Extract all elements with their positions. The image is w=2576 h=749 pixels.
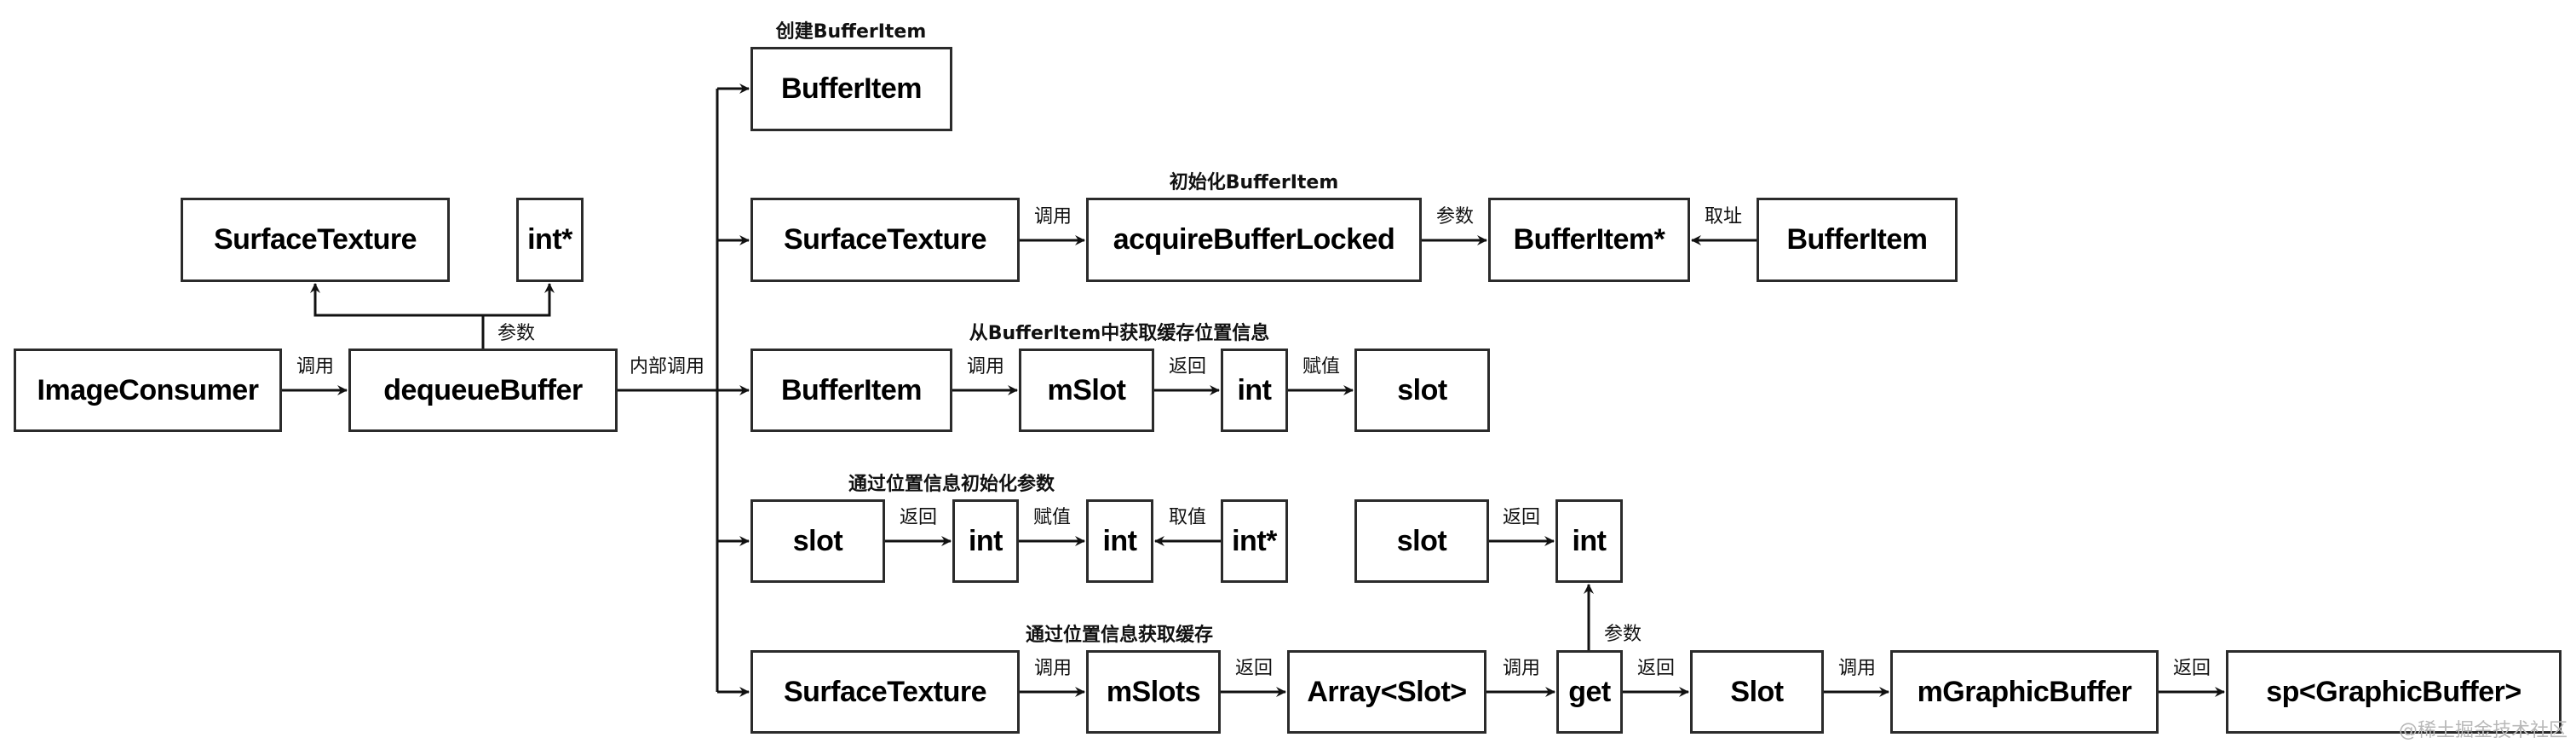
label-consumer-to-dequeue: 调用 (296, 356, 335, 377)
group-label-init-buffer-item: 初始化BufferItem (1169, 172, 1339, 193)
node-dequeue-buffer[interactable]: dequeueBuffer (348, 349, 618, 432)
label-row5-call-get: 调用 (1502, 658, 1541, 679)
node-row2-surface-texture[interactable]: SurfaceTexture (750, 198, 1020, 282)
node-row5-surface-texture[interactable]: SurfaceTexture (750, 650, 1020, 734)
node-row5-array-slot[interactable]: Array<Slot> (1287, 650, 1486, 734)
label-get-param: 参数 (1603, 624, 1642, 645)
label-row5-get-return: 返回 (1636, 658, 1676, 679)
label-dequeue-params: 参数 (497, 323, 536, 344)
group-label-create-buffer-item: 创建BufferItem (775, 21, 927, 43)
label-row4b-return: 返回 (1502, 507, 1541, 528)
node-row5-mslots[interactable]: mSlots (1086, 650, 1221, 734)
label-row5-call: 调用 (1033, 658, 1072, 679)
label-row2-call: 调用 (1033, 206, 1072, 228)
node-row4-slot[interactable]: slot (750, 499, 885, 583)
node-row1-buffer-item[interactable]: BufferItem (750, 47, 952, 131)
group-label-init-params: 通过位置信息初始化参数 (848, 474, 1055, 495)
node-row4-slot-2[interactable]: slot (1354, 499, 1489, 583)
node-row3-mslot[interactable]: mSlot (1019, 349, 1154, 432)
label-row2-param: 参数 (1435, 206, 1475, 228)
label-row4-return: 返回 (899, 507, 938, 528)
edge-dequeue-params-int (483, 283, 555, 317)
label-row2-take-address: 取址 (1704, 206, 1743, 228)
node-row4-int-ptr[interactable]: int* (1221, 499, 1288, 583)
label-internal-call: 内部调用 (629, 356, 705, 377)
label-row5-return: 返回 (1234, 658, 1274, 679)
label-row3-assign: 赋值 (1302, 356, 1341, 377)
node-buffer-item-ptr[interactable]: BufferItem* (1488, 198, 1690, 282)
node-row4-int-a[interactable]: int (952, 499, 1019, 583)
group-label-get-cache: 通过位置信息获取缓存 (1025, 625, 1214, 646)
label-row4-take-value: 取值 (1168, 507, 1207, 528)
label-row5-slot-call: 调用 (1837, 658, 1877, 679)
node-row5-get[interactable]: get (1556, 650, 1623, 734)
node-image-consumer[interactable]: ImageConsumer (14, 349, 282, 432)
node-surface-texture-param[interactable]: SurfaceTexture (181, 198, 450, 282)
node-acquire-buffer-locked[interactable]: acquireBufferLocked (1086, 198, 1422, 282)
node-row5-mgraphic-buffer[interactable]: mGraphicBuffer (1890, 650, 2159, 734)
node-row5-slot[interactable]: Slot (1690, 650, 1824, 734)
node-row3-buffer-item[interactable]: BufferItem (750, 349, 952, 432)
edge-dequeue-params (310, 283, 485, 349)
node-row2-buffer-item[interactable]: BufferItem (1757, 198, 1958, 282)
label-row5-final-return: 返回 (2172, 658, 2211, 679)
label-row3-call: 调用 (966, 356, 1005, 377)
label-row3-return: 返回 (1168, 356, 1207, 377)
flow-diagram: ImageConsumer dequeueBuffer SurfaceTextu… (0, 0, 2576, 749)
group-label-get-slot-info: 从BufferItem中获取缓存位置信息 (969, 323, 1270, 344)
node-row3-slot[interactable]: slot (1354, 349, 1490, 432)
node-row4-int-c[interactable]: int (1555, 499, 1623, 583)
label-row4-assign: 赋值 (1032, 507, 1072, 528)
node-int-ptr-param[interactable]: int* (516, 198, 584, 282)
node-row4-int-b[interactable]: int (1086, 499, 1153, 583)
node-row3-int[interactable]: int (1221, 349, 1288, 432)
watermark: @稀土掘金技术社区 (2398, 720, 2567, 741)
